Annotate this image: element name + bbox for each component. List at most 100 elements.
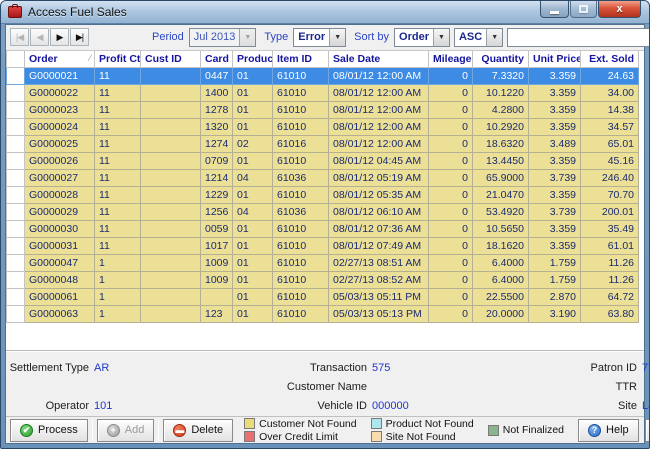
cell-ext-sold: 246.40	[581, 170, 639, 187]
cell-mileage: 0	[429, 238, 473, 255]
column-header-ext-sold[interactable]: Ext. Sold	[581, 51, 639, 68]
cell-quantity: 22.5500	[473, 289, 529, 306]
app-window: Access Fuel Sales x |◀ ◀ ▶ ▶| Period Jul…	[0, 0, 650, 449]
maximize-icon	[579, 5, 588, 13]
row-selector-cell[interactable]	[7, 153, 25, 170]
search-input[interactable]	[507, 28, 650, 47]
sort-by-select[interactable]: Order ▼	[394, 28, 450, 47]
cell-product: 01	[233, 85, 273, 102]
cell-card: 0709	[201, 153, 233, 170]
cell-mileage: 0	[429, 85, 473, 102]
cell-unit-price: 1.759	[529, 255, 581, 272]
legend-label: Customer Not Found	[259, 418, 356, 430]
table-row[interactable]: G00000631123016101005/03/13 05:13 PM020.…	[7, 306, 639, 323]
column-header-card[interactable]: Card	[201, 51, 233, 68]
row-selector-cell[interactable]	[7, 221, 25, 238]
column-header-profit-ctr[interactable]: Profit Ctr	[95, 51, 141, 68]
column-header-product[interactable]: Product	[233, 51, 273, 68]
cell-mileage: 0	[429, 272, 473, 289]
cell-sale-date: 08/01/12 06:10 AM	[329, 204, 429, 221]
table-row[interactable]: G0000026110709016101008/01/12 04:45 AM01…	[7, 153, 639, 170]
previous-record-button[interactable]: ◀	[30, 28, 49, 46]
row-selector-cell[interactable]	[7, 187, 25, 204]
cell-card: 0447	[201, 68, 233, 85]
cell-mileage: 0	[429, 136, 473, 153]
column-header-cust-id[interactable]: Cust ID	[141, 51, 201, 68]
sort-direction-select[interactable]: ASC ▼	[454, 28, 503, 47]
row-selector-cell[interactable]	[7, 170, 25, 187]
type-select[interactable]: Error ▼	[293, 28, 346, 47]
cell-card: 1229	[201, 187, 233, 204]
row-selector-cell[interactable]	[7, 119, 25, 136]
cell-cust-id	[141, 102, 201, 119]
cell-profit-ctr: 1	[95, 306, 141, 323]
table-row[interactable]: G00000611016101005/03/13 05:11 PM022.550…	[7, 289, 639, 306]
cell-unit-price: 3.359	[529, 187, 581, 204]
close-button[interactable]: Close	[645, 419, 650, 442]
table-row[interactable]: G0000031111017016101008/01/12 07:49 AM01…	[7, 238, 639, 255]
row-selector-cell[interactable]	[7, 238, 25, 255]
type-label: Type	[264, 31, 288, 43]
cell-product: 01	[233, 119, 273, 136]
delete-button[interactable]: ▬ Delete	[163, 419, 233, 442]
cell-quantity: 21.0470	[473, 187, 529, 204]
cell-item-id: 61010	[273, 289, 329, 306]
help-button[interactable]: ? Help	[578, 419, 639, 442]
current-row-marker[interactable]: ▶	[7, 68, 25, 85]
table-row[interactable]: G0000022111400016101008/01/12 12:00 AM01…	[7, 85, 639, 102]
cell-cust-id	[141, 255, 201, 272]
cell-unit-price: 3.190	[529, 306, 581, 323]
row-selector-cell[interactable]	[7, 136, 25, 153]
row-selector-cell[interactable]	[7, 306, 25, 323]
vehicle-id-value: 000000	[372, 400, 492, 412]
check-icon: ✔	[20, 424, 33, 437]
close-window-button[interactable]: x	[598, 1, 641, 18]
column-header-sale-date[interactable]: Sale Date	[329, 51, 429, 68]
table-row[interactable]: G0000030110059016101008/01/12 07:36 AM01…	[7, 221, 639, 238]
column-header-unit-price[interactable]: Unit Price	[529, 51, 581, 68]
first-record-button[interactable]: |◀	[10, 28, 29, 46]
table-row[interactable]: G0000027111214046103608/01/12 05:19 AM06…	[7, 170, 639, 187]
cell-item-id: 61010	[273, 153, 329, 170]
next-record-button[interactable]: ▶	[50, 28, 69, 46]
row-selector-cell[interactable]	[7, 272, 25, 289]
last-record-button[interactable]: ▶|	[70, 28, 89, 46]
cell-item-id: 61010	[273, 221, 329, 238]
chevron-down-icon: ▼	[433, 29, 449, 46]
row-selector-cell[interactable]	[7, 255, 25, 272]
row-selector-cell[interactable]	[7, 85, 25, 102]
table-row[interactable]: G0000029111256046103608/01/12 06:10 AM05…	[7, 204, 639, 221]
cell-item-id: 61036	[273, 170, 329, 187]
column-header-order[interactable]: Order⁄	[25, 51, 95, 68]
operator-label: Operator	[6, 400, 94, 412]
cell-order: G0000031	[25, 238, 95, 255]
cell-order: G0000048	[25, 272, 95, 289]
cell-card: 1320	[201, 119, 233, 136]
process-button[interactable]: ✔ Process	[10, 419, 88, 442]
minimize-button[interactable]	[540, 1, 569, 18]
table-row[interactable]: G000004711009016101002/27/13 08:51 AM06.…	[7, 255, 639, 272]
cell-quantity: 20.0000	[473, 306, 529, 323]
table-row[interactable]: G000004811009016101002/27/13 08:52 AM06.…	[7, 272, 639, 289]
column-header-item-id[interactable]: Item ID	[273, 51, 329, 68]
cell-item-id: 61010	[273, 102, 329, 119]
row-selector-cell[interactable]	[7, 102, 25, 119]
table-row[interactable]: G0000023111278016101008/01/12 12:00 AM04…	[7, 102, 639, 119]
cell-mileage: 0	[429, 170, 473, 187]
cell-profit-ctr: 11	[95, 153, 141, 170]
table-row[interactable]: G0000028111229016101008/01/12 05:35 AM02…	[7, 187, 639, 204]
column-header-quantity[interactable]: Quantity	[473, 51, 529, 68]
table-row[interactable]: G0000024111320016101008/01/12 12:00 AM01…	[7, 119, 639, 136]
cell-sale-date: 08/01/12 12:00 AM	[329, 68, 429, 85]
maximize-button[interactable]	[570, 1, 597, 18]
table-row[interactable]: ▶G0000021110447016101008/01/12 12:00 AM0…	[7, 68, 639, 85]
cell-ext-sold: 70.70	[581, 187, 639, 204]
title-bar[interactable]: Access Fuel Sales x	[1, 1, 649, 24]
table-row[interactable]: G0000025111274026101608/01/12 12:00 AM01…	[7, 136, 639, 153]
row-selector-cell[interactable]	[7, 204, 25, 221]
row-selector-cell[interactable]	[7, 289, 25, 306]
add-button[interactable]: + Add	[97, 419, 155, 442]
column-header-mileage[interactable]: Mileage	[429, 51, 473, 68]
legend-item: Site Not Found	[371, 430, 474, 443]
cell-cust-id	[141, 170, 201, 187]
